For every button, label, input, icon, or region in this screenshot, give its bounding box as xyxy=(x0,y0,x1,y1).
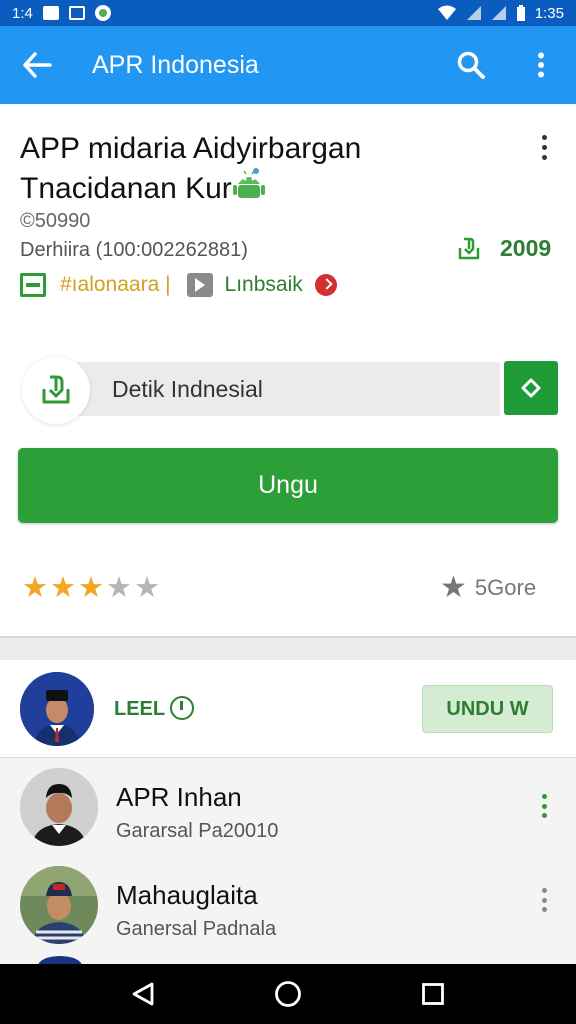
more-vert-icon xyxy=(538,52,544,78)
category-tag[interactable]: #ıalonaara | xyxy=(60,273,171,297)
person-photo xyxy=(20,866,98,944)
menu-dot-icon xyxy=(541,134,547,140)
search-button[interactable] xyxy=(436,26,506,104)
image-notification-icon xyxy=(68,6,85,20)
star-empty-icon: ★ xyxy=(134,572,160,604)
star-icon: ★ xyxy=(440,571,467,604)
item-name: APR Inhan xyxy=(116,782,242,812)
back-button[interactable] xyxy=(0,26,74,104)
notification-icon xyxy=(42,6,59,20)
app-notification-icon xyxy=(94,5,111,21)
app-bar-title: APR Indonesia xyxy=(92,50,259,79)
featured-label: LEEL xyxy=(114,698,166,720)
android-icon xyxy=(232,168,265,198)
app-menu-button[interactable] xyxy=(530,132,558,162)
rating-stars: ★ ★ ★ ★ ★ xyxy=(22,572,160,604)
back-triangle-icon xyxy=(132,982,154,1006)
app-title-text: APP midaria Aidyirbargan Tnacidanan Kur xyxy=(20,132,362,205)
search-input[interactable]: Detik Indnesial xyxy=(58,362,500,416)
rating-score: ★ 5Gore xyxy=(440,572,536,604)
download-button[interactable]: UNDU W xyxy=(422,685,553,733)
app-details-card: APP midaria Aidyirbargan Tnacidanan Kur … xyxy=(0,104,576,638)
clock-icon xyxy=(170,696,194,720)
star-empty-icon: ★ xyxy=(106,572,132,604)
share-button[interactable] xyxy=(504,361,558,415)
menu-dot-icon xyxy=(541,813,547,818)
star-filled-icon: ★ xyxy=(50,572,76,604)
nav-home-button[interactable] xyxy=(258,964,318,1024)
nav-recents-button[interactable] xyxy=(403,964,463,1024)
star-filled-icon: ★ xyxy=(22,572,48,604)
developer-info: Derhiira (100:002262881) xyxy=(20,239,248,261)
home-circle-icon xyxy=(275,981,301,1007)
download-icon xyxy=(42,375,70,404)
downloads-count: 2009 xyxy=(456,235,551,262)
item-menu-button[interactable] xyxy=(532,888,556,912)
overflow-menu-button[interactable] xyxy=(506,26,576,104)
list-item[interactable]: Mahauglaita Ganersal Padnala xyxy=(0,856,576,956)
item-name: Mahauglaita xyxy=(116,880,258,910)
avatar xyxy=(38,956,82,964)
menu-dot-icon xyxy=(541,794,547,799)
score-label: 5Gore xyxy=(474,575,537,600)
video-icon xyxy=(186,273,213,297)
app-bar: APR Indonesia xyxy=(0,26,576,104)
link-label[interactable]: Lınbsaik xyxy=(225,273,303,297)
status-time: 1:35 xyxy=(534,4,564,22)
star-filled-icon: ★ xyxy=(78,572,104,604)
status-bar: 1:4 1:35 xyxy=(0,0,576,26)
avatar xyxy=(20,768,98,846)
battery-icon xyxy=(516,5,525,21)
avatar xyxy=(20,672,94,746)
section-divider xyxy=(0,636,576,660)
system-navigation-bar xyxy=(0,964,576,1024)
downloads-number: 2009 xyxy=(500,235,552,261)
status-time-left: 1:4 xyxy=(12,4,33,22)
tag-row: #ıalonaara | Lınbsaik xyxy=(20,272,337,298)
menu-dot-icon xyxy=(541,803,547,809)
wifi-icon xyxy=(437,5,456,20)
person-photo xyxy=(20,768,98,846)
signal-icon-2 xyxy=(491,6,506,20)
person-photo xyxy=(20,672,94,746)
share-icon xyxy=(521,378,541,398)
list-item[interactable]: APR Inhan Gararsal Pa20010 xyxy=(0,758,576,858)
download-icon xyxy=(458,237,480,259)
menu-dot-icon xyxy=(541,144,547,150)
nav-back-button[interactable] xyxy=(113,964,173,1024)
recents-square-icon xyxy=(422,983,445,1005)
menu-dot-icon xyxy=(541,888,547,893)
item-subtitle: Gararsal Pa20010 xyxy=(116,820,279,842)
arrow-right-icon[interactable] xyxy=(314,274,337,296)
item-menu-button[interactable] xyxy=(532,794,556,818)
category-icon xyxy=(20,273,46,297)
copyright-text: ©50990 xyxy=(20,210,91,232)
avatar xyxy=(20,866,98,944)
search-icon xyxy=(457,51,485,79)
app-title: APP midaria Aidyirbargan Tnacidanan Kur xyxy=(20,130,520,208)
download-circle-button[interactable] xyxy=(22,356,90,424)
menu-dot-icon xyxy=(541,907,547,912)
signal-icon xyxy=(466,6,481,20)
item-subtitle: Ganersal Padnala xyxy=(116,918,277,940)
menu-dot-icon xyxy=(541,154,547,160)
arrow-left-icon xyxy=(23,52,52,78)
menu-dot-icon xyxy=(541,897,547,903)
featured-row[interactable]: LEEL UNDU W xyxy=(0,660,576,758)
app-list: APR Inhan Gararsal Pa20010 Mahauglaita G… xyxy=(0,758,576,964)
install-button[interactable]: Ungu xyxy=(18,448,558,523)
